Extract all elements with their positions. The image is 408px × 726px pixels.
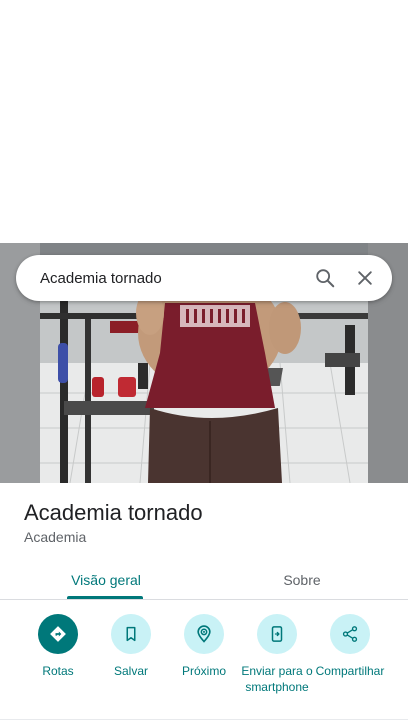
directions-button-circle xyxy=(38,614,78,654)
tab-about[interactable]: Sobre xyxy=(246,560,358,600)
clear-search-button[interactable] xyxy=(345,258,385,298)
share-label: Compartilhar xyxy=(315,664,385,678)
place-category[interactable]: Academia xyxy=(24,529,86,545)
search-query-text[interactable]: Academia tornado xyxy=(40,270,305,287)
nearby-icon xyxy=(197,625,211,643)
tabs-divider xyxy=(0,599,408,600)
directions-button[interactable]: Rotas xyxy=(21,614,95,679)
directions-label: Rotas xyxy=(42,664,74,678)
save-label: Salvar xyxy=(113,664,148,678)
share-icon xyxy=(342,626,358,642)
save-button[interactable]: Salvar xyxy=(94,614,168,679)
tab-overview[interactable]: Visão geral xyxy=(50,560,162,600)
save-button-circle xyxy=(111,614,151,654)
share-button-circle xyxy=(330,614,370,654)
map-blank-area xyxy=(0,0,408,243)
nearby-button[interactable]: Próximo xyxy=(167,614,241,679)
search-bar[interactable]: Academia tornado xyxy=(16,255,392,301)
close-icon xyxy=(358,271,372,285)
bookmark-icon xyxy=(126,626,136,642)
send-to-phone-icon xyxy=(271,626,283,642)
bottom-divider xyxy=(0,719,408,720)
send-to-phone-button[interactable]: Enviar para o smartphone xyxy=(240,614,314,695)
place-title: Academia tornado xyxy=(24,500,203,525)
directions-icon xyxy=(50,626,66,642)
search-icon xyxy=(316,269,335,288)
nearby-label: Próximo xyxy=(181,664,226,678)
search-button[interactable] xyxy=(305,258,345,298)
nearby-button-circle xyxy=(184,614,224,654)
place-tabs: Visão geral Sobre xyxy=(0,560,408,600)
send-to-phone-button-circle xyxy=(257,614,297,654)
share-button[interactable]: Compartilhar xyxy=(313,614,387,679)
send-to-phone-label: Enviar para o smartphone xyxy=(241,664,313,694)
